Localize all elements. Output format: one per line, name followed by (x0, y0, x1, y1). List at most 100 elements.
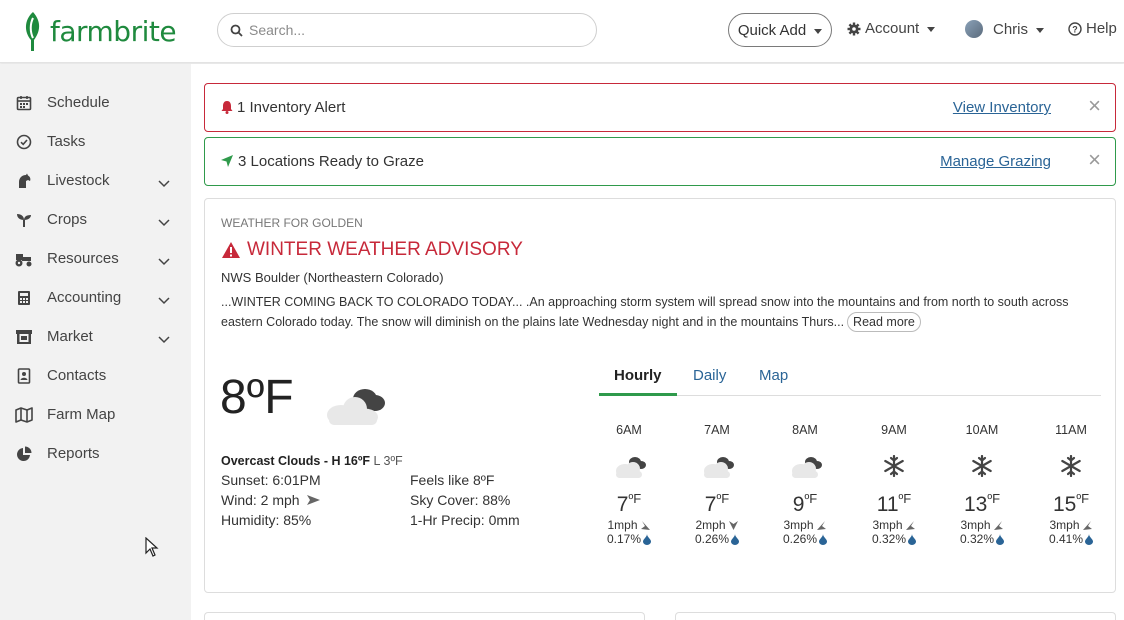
sunset-value: Sunset: 6:01PM (221, 472, 321, 488)
hour-time: 10AM (965, 423, 999, 437)
tab-map[interactable]: Map (744, 367, 803, 396)
close-icon[interactable]: × (1088, 149, 1101, 171)
hour-temp-unit: ºF (804, 491, 818, 506)
hour-time: 11AM (1055, 423, 1087, 437)
advisory-title-text: WINTER WEATHER ADVISORY (247, 239, 523, 260)
feels-like-value: Feels like 8ºF (410, 472, 495, 488)
wind-row: Wind: 2 mph (221, 492, 321, 508)
manage-grazing-link[interactable]: Manage Grazing (940, 153, 1051, 170)
hour-precip-value: 0.26% (782, 532, 818, 546)
account-menu[interactable]: Account (847, 20, 936, 37)
hour-wind: 3mph (1041, 518, 1101, 532)
weather-location-label: WEATHER FOR GOLDEN (221, 216, 363, 230)
hour-temp-value: 9 (792, 493, 805, 516)
sidebar-item-schedule[interactable]: Schedule (0, 83, 191, 122)
sidebar-item-resources[interactable]: Resources (0, 239, 191, 278)
user-menu[interactable]: Chris (965, 20, 1045, 38)
map-icon (14, 405, 34, 425)
snowflake-icon (864, 449, 924, 483)
hour-time: 6AM (616, 423, 642, 437)
hour-temp: 7ºF (599, 491, 659, 517)
chevron-down-icon (158, 175, 170, 192)
mouse-cursor-icon (145, 536, 159, 562)
sidebar-item-label: Livestock (47, 172, 110, 189)
sidebar-item-reports[interactable]: Reports (0, 434, 191, 473)
chevron-down-icon (158, 292, 170, 309)
sidebar-item-label: Tasks (47, 133, 86, 150)
wind-direction-icon (993, 520, 1003, 530)
warning-icon (222, 242, 240, 258)
view-inventory-link[interactable]: View Inventory (953, 99, 1051, 116)
hourly-forecast-item: 10AM 13ºF 3mph 0.32% (952, 423, 1012, 546)
hourly-forecast-item: 11AM 15ºF 3mph 0.41% (1041, 423, 1101, 546)
main-content: 1 Inventory Alert View Inventory × 3 Loc… (191, 64, 1124, 620)
search-box[interactable] (217, 13, 597, 47)
hour-wind: 1mph (599, 518, 659, 532)
hour-wind-value: 3mph (872, 518, 903, 532)
hourly-forecast-item: 9AM 11ºF 3mph 0.32% (864, 423, 924, 546)
overcast-clouds-icon (317, 379, 389, 432)
sidebar-item-label: Market (47, 328, 93, 345)
hour-temp-value: 13 (963, 493, 988, 516)
hour-temp: 15ºF (1041, 491, 1101, 517)
sidebar: Schedule Tasks Livestock Crops Resources… (0, 64, 191, 620)
hour-wind: 2mph (687, 518, 747, 532)
cloudy-icon (775, 449, 835, 483)
hour-wind-value: 3mph (783, 518, 814, 532)
hour-temp-value: 7 (704, 493, 717, 516)
raindrop-icon (1085, 533, 1094, 545)
hourly-forecast-item: 6AM 7ºF 1mph 0.17% (599, 423, 659, 546)
sidebar-item-label: Accounting (47, 289, 122, 306)
search-input[interactable] (249, 22, 579, 38)
calendar-icon (14, 93, 34, 113)
hour-wind-value: 1mph (607, 518, 638, 532)
farmbrite-logo[interactable]: farmbrite (22, 9, 177, 53)
hour-temp: 11ºF (864, 491, 924, 517)
help-link[interactable]: ? Help (1068, 20, 1117, 37)
advisory-body: ...WINTER COMING BACK TO COLORADO TODAY.… (221, 295, 1069, 329)
tab-hourly[interactable]: Hourly (599, 367, 677, 396)
sidebar-item-contacts[interactable]: Contacts (0, 356, 191, 395)
low-temp: L 3ºF (370, 454, 403, 468)
hour-precip: 0.26% (775, 532, 835, 546)
raindrop-icon (908, 533, 917, 545)
sidebar-item-label: Contacts (47, 367, 107, 384)
question-circle-icon: ? (1068, 21, 1082, 36)
sidebar-item-livestock[interactable]: Livestock (0, 161, 191, 200)
bell-icon (220, 100, 234, 118)
snowflake-icon (1041, 449, 1101, 483)
sidebar-item-market[interactable]: Market (0, 317, 191, 356)
close-icon[interactable]: × (1088, 95, 1101, 117)
raindrop-icon (643, 533, 652, 545)
chevron-down-icon (158, 331, 170, 348)
sidebar-item-accounting[interactable]: Accounting (0, 278, 191, 317)
hour-precip: 0.32% (864, 532, 924, 546)
weather-advisory-title: WINTER WEATHER ADVISORY (221, 239, 523, 261)
hour-wind: 3mph (952, 518, 1012, 532)
quick-add-button[interactable]: Quick Add (728, 13, 832, 47)
alert-text: 3 Locations Ready to Graze (238, 153, 424, 170)
advisory-text: ...WINTER COMING BACK TO COLORADO TODAY.… (221, 293, 1101, 332)
sidebar-item-tasks[interactable]: Tasks (0, 122, 191, 161)
sidebar-item-crops[interactable]: Crops (0, 200, 191, 239)
sidebar-item-label: Farm Map (47, 406, 116, 423)
caret-down-icon (1036, 27, 1045, 33)
sidebar-item-farm-map[interactable]: Farm Map (0, 395, 191, 434)
advisory-source: NWS Boulder (Northeastern Colorado) (221, 270, 444, 285)
hourly-forecast-item: 7AM 7ºF 2mph 0.26% (687, 423, 747, 546)
wind-value: Wind: 2 mph (221, 492, 300, 508)
hour-wind-value: 3mph (960, 518, 991, 532)
location-arrow-icon (220, 154, 234, 172)
hour-precip: 0.41% (1041, 532, 1101, 546)
hour-precip-value: 0.32% (871, 532, 907, 546)
tab-daily[interactable]: Daily (678, 367, 741, 396)
hour-temp-value: 15 (1052, 493, 1077, 516)
gear-icon (847, 22, 861, 35)
search-icon (230, 24, 243, 37)
inventory-alert: 1 Inventory Alert View Inventory × (204, 83, 1116, 132)
hour-temp: 13ºF (952, 491, 1012, 517)
read-more-button[interactable]: Read more (847, 312, 921, 332)
hour-precip-value: 0.26% (694, 532, 730, 546)
hourly-forecast-item: 8AM 9ºF 3mph 0.26% (775, 423, 835, 546)
hour-precip: 0.32% (952, 532, 1012, 546)
